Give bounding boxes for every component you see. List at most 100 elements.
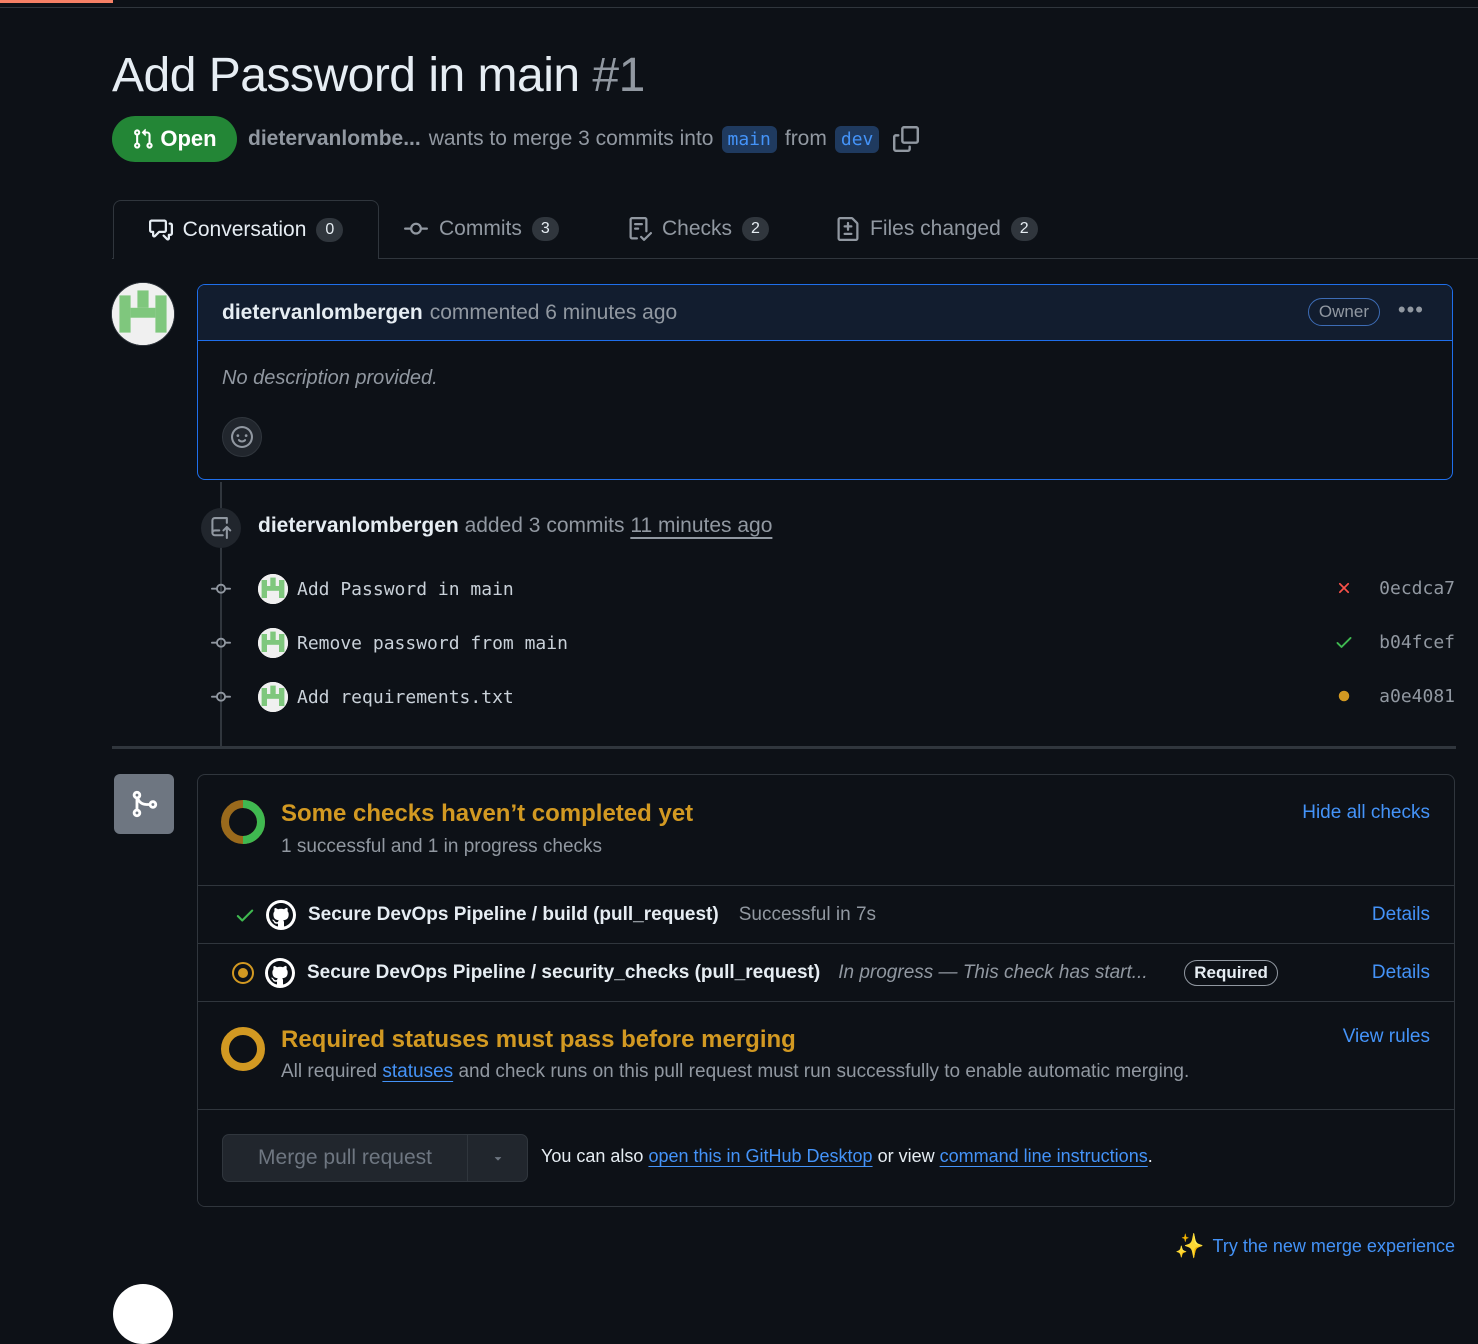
commit-status[interactable] (1333, 631, 1355, 653)
x-icon (1338, 582, 1350, 594)
tab-commits-label: Commits (439, 217, 522, 240)
tab-conversation[interactable]: Conversation 0 (113, 200, 379, 259)
comment-card: dietervanlombergen commented 6 minutes a… (197, 284, 1453, 480)
comment-header: dietervanlombergen commented 6 minutes a… (198, 285, 1452, 341)
checks-summary-subtitle: 1 successful and 1 in progress checks (281, 836, 603, 857)
pr-author-link[interactable]: dietervanlombe... (248, 127, 421, 151)
commit-sha-link[interactable]: b04fcef (1379, 632, 1455, 653)
merge-options-dropdown[interactable] (468, 1151, 527, 1165)
github-desktop-link[interactable]: open this in GitHub Desktop (648, 1146, 872, 1166)
avatar[interactable] (258, 628, 288, 658)
comment-discussion-icon (148, 219, 173, 241)
tab-commits[interactable]: Commits 3 (403, 200, 559, 258)
check-details-link[interactable]: Details (1372, 962, 1430, 984)
check-details-link[interactable]: Details (1372, 904, 1430, 926)
commit-row: Add Password in main 0ecdca7 (205, 571, 1455, 607)
owner-badge: Owner (1307, 298, 1380, 326)
identicon-avatar (112, 283, 174, 345)
github-logo-icon (265, 957, 295, 988)
from-text: from (784, 127, 827, 150)
pr-meta-text: wants to merge 3 commits into (428, 127, 714, 150)
tab-conversation-count: 0 (316, 218, 344, 242)
check-name: Secure DevOps Pipeline / build (pull_req… (308, 903, 719, 925)
git-commit-icon (404, 222, 428, 235)
push-action: added 3 commits (464, 514, 625, 537)
merge-action-section: Merge pull request You can also open thi… (198, 1109, 1454, 1206)
checklist-icon (629, 217, 652, 241)
identicon-avatar (258, 574, 288, 604)
check-status-text: In progress — This check has start... (838, 961, 1148, 983)
required-statuses-text-after: and check runs on this pull request must… (458, 1061, 1190, 1082)
commit-status[interactable] (1333, 577, 1355, 599)
repo-push-icon (211, 517, 232, 539)
commit-row: Remove password from main b04fcef (205, 625, 1455, 661)
copy-icon[interactable] (893, 126, 920, 152)
comment-author[interactable]: dietervanlombergen (222, 301, 423, 325)
tab-conversation-label: Conversation (182, 218, 307, 241)
commit-sha-link[interactable]: 0ecdca7 (1379, 578, 1455, 599)
push-time-link[interactable]: 11 minutes ago (630, 514, 772, 537)
command-line-instructions-link[interactable]: command line instructions (940, 1146, 1148, 1166)
pr-state-label: Open (160, 126, 217, 151)
pending-ring-icon (221, 1027, 265, 1071)
try-new-merge-experience-link[interactable]: ✨ Try the new merge experience (1175, 1232, 1455, 1261)
git-pull-request-icon (134, 128, 154, 149)
comment-action: commented 6 minutes ago (429, 300, 678, 324)
hide-all-checks-button[interactable]: Hide all checks (1302, 802, 1430, 824)
base-branch-label[interactable]: main (721, 125, 777, 153)
kebab-menu-icon[interactable]: ••• (1398, 297, 1424, 323)
push-author[interactable]: dietervanlombergen (258, 514, 459, 537)
tab-commits-count: 3 (531, 217, 559, 241)
tab-checks-count: 2 (742, 217, 769, 241)
alt-text-before: You can also (541, 1146, 644, 1166)
push-event-badge (201, 508, 241, 548)
checks-summary-title: Some checks haven’t completed yet (281, 800, 694, 827)
commit-sha-link[interactable]: a0e4081 (1379, 686, 1455, 707)
try-new-label: Try the new merge experience (1212, 1236, 1455, 1256)
push-event-text: dietervanlombergen added 3 commits 11 mi… (258, 514, 772, 538)
avatar[interactable] (258, 574, 288, 604)
view-rules-link[interactable]: View rules (1343, 1026, 1430, 1048)
statuses-link[interactable]: statuses (382, 1061, 453, 1082)
merge-alternatives: You can also open this in GitHub Desktop… (541, 1146, 1153, 1167)
pr-title: Add Password in main #1 (112, 46, 645, 106)
github-logo-icon (266, 899, 296, 930)
head-branch-label[interactable]: dev (834, 125, 880, 153)
add-reaction-button[interactable] (222, 417, 262, 457)
merge-pull-request-button[interactable]: Merge pull request (222, 1134, 528, 1182)
in-progress-icon (232, 961, 254, 984)
required-badge: Required (1184, 959, 1278, 986)
identicon-avatar (258, 628, 288, 658)
check-row: Secure DevOps Pipeline / security_checks… (198, 943, 1454, 1001)
git-commit-icon (211, 691, 231, 702)
avatar[interactable] (112, 283, 174, 345)
tab-checks[interactable]: Checks 2 (628, 200, 769, 258)
tab-files-changed-label: Files changed (870, 217, 1001, 240)
required-statuses-title: Required statuses must pass before mergi… (281, 1026, 796, 1053)
progress-indicator (0, 0, 113, 3)
tab-files-changed[interactable]: Files changed 2 (836, 200, 1038, 258)
commit-message-link[interactable]: Add requirements.txt (297, 687, 514, 708)
timeline-divider (112, 746, 1456, 749)
required-statuses-section: Required statuses must pass before mergi… (198, 1001, 1454, 1109)
check-icon (236, 909, 254, 922)
commit-status[interactable] (1333, 685, 1355, 707)
required-statuses-text-before: All required (281, 1061, 378, 1082)
commit-row: Add requirements.txt a0e4081 (205, 679, 1455, 715)
check-row: Secure DevOps Pipeline / build (pull_req… (198, 885, 1454, 943)
commit-message-link[interactable]: Remove password from main (297, 633, 568, 654)
pr-number: #1 (592, 49, 645, 102)
git-merge-icon (132, 790, 158, 818)
sparkles-icon: ✨ (1174, 1233, 1205, 1260)
file-diff-icon (837, 217, 859, 241)
top-progress-line (0, 0, 1478, 8)
avatar[interactable] (258, 682, 288, 712)
pr-state-badge: Open (112, 116, 237, 162)
alt-text-middle: or view (877, 1146, 935, 1166)
avatar[interactable] (113, 1284, 173, 1344)
alt-text-end: . (1147, 1146, 1153, 1166)
merge-button-label: Merge pull request (223, 1135, 468, 1181)
merge-status-badge (114, 774, 174, 834)
git-commit-icon (211, 583, 231, 594)
commit-message-link[interactable]: Add Password in main (297, 579, 514, 600)
